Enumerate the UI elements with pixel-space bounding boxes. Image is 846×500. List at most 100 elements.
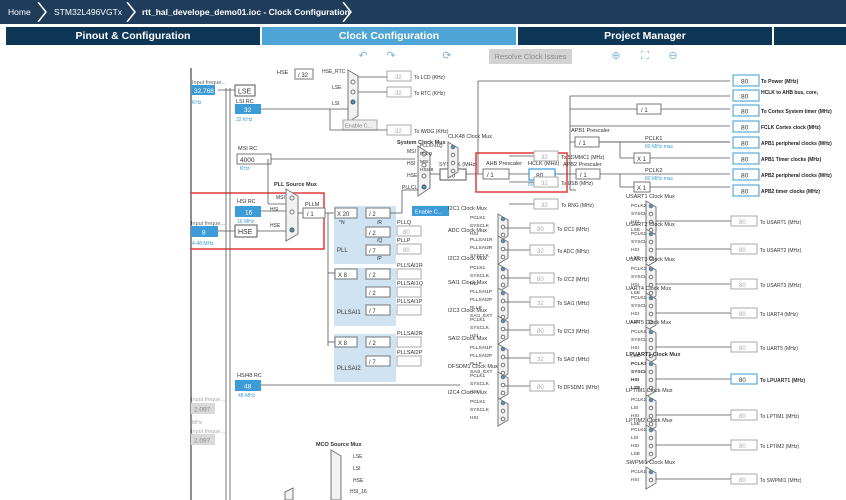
breadcrumb-file[interactable]: rtt_hal_develope_demo01.ioc - Clock Conf… bbox=[142, 0, 350, 24]
mux-radio[interactable] bbox=[500, 334, 506, 340]
breadcrumb-home[interactable]: Home bbox=[8, 0, 31, 24]
mux-output-label: To SWPMI1 (MHz) bbox=[760, 478, 802, 484]
hsi48-rc-unit: 48 MHz bbox=[238, 393, 256, 399]
output-power-label: To Power (MHz) bbox=[761, 79, 798, 85]
mux-radio[interactable] bbox=[500, 354, 506, 360]
rtc-mux-radio-lsi[interactable] bbox=[350, 99, 356, 105]
rtc-mux-radio-lse[interactable] bbox=[350, 89, 356, 95]
mux-radio[interactable] bbox=[648, 427, 654, 433]
sysmux-radio-hse[interactable] bbox=[421, 173, 427, 179]
mux-radio[interactable] bbox=[500, 374, 506, 380]
mux-radio[interactable] bbox=[648, 247, 654, 253]
mux-radio[interactable] bbox=[648, 469, 654, 475]
sysmux-radio-pllclk[interactable] bbox=[421, 184, 427, 190]
mux-radio[interactable] bbox=[500, 390, 506, 396]
mux-radio[interactable] bbox=[648, 239, 654, 245]
fit-screen-icon[interactable]: ⛶ bbox=[638, 49, 652, 63]
mux-radio[interactable] bbox=[648, 203, 654, 209]
mux-radio[interactable] bbox=[500, 318, 506, 324]
mux-radio[interactable] bbox=[648, 377, 654, 383]
mux-radio[interactable] bbox=[500, 298, 506, 304]
zoom-in-icon[interactable]: ⊕ bbox=[609, 49, 623, 63]
mux-output-label: To SDMMC1 (MHz) bbox=[561, 155, 605, 161]
breadcrumb-device[interactable]: STM32L496VGTx bbox=[54, 0, 122, 24]
mux-radio[interactable] bbox=[500, 408, 506, 414]
mux-radio[interactable] bbox=[450, 152, 456, 158]
mux-radio[interactable] bbox=[648, 274, 654, 280]
pllsai1q-output-field[interactable] bbox=[396, 286, 422, 298]
mux-radio[interactable] bbox=[450, 168, 456, 174]
mux-radio[interactable] bbox=[648, 266, 654, 272]
mux-radio[interactable] bbox=[500, 216, 506, 222]
tab-extra[interactable] bbox=[774, 27, 846, 45]
mux-radio[interactable] bbox=[500, 232, 506, 238]
mux-title: SAI1 Clock Mux bbox=[448, 280, 487, 286]
mux-radio[interactable] bbox=[648, 311, 654, 317]
mux-radio[interactable] bbox=[648, 329, 654, 335]
mux-radio[interactable] bbox=[500, 274, 506, 280]
pllsai1r-output-field[interactable] bbox=[396, 268, 422, 280]
undo-icon[interactable]: ↶ bbox=[356, 49, 370, 63]
mux-radio[interactable] bbox=[500, 326, 506, 332]
mux-radio[interactable] bbox=[648, 435, 654, 441]
mux-radio[interactable] bbox=[648, 443, 654, 449]
pllsai2r-output-field[interactable] bbox=[396, 336, 422, 348]
pllq-output-value: 80 bbox=[403, 230, 410, 236]
mux-radio[interactable] bbox=[648, 231, 654, 237]
mux-input-label: SYSCLK bbox=[470, 381, 490, 387]
mux-radio[interactable] bbox=[648, 211, 654, 217]
tab-clock[interactable]: Clock Configuration bbox=[262, 27, 516, 45]
mux-radio[interactable] bbox=[500, 400, 506, 406]
mux-radio[interactable] bbox=[500, 282, 506, 288]
mux-radio[interactable] bbox=[648, 369, 654, 375]
tab-pinout[interactable]: Pinout & Configuration bbox=[6, 27, 260, 45]
pllp-output-value: 80 bbox=[403, 248, 410, 254]
mux-title: LPTIM1 Clock Mux bbox=[626, 388, 673, 394]
lse-input-unit: KHz bbox=[192, 100, 202, 106]
pllsai2p-output-field[interactable] bbox=[396, 355, 422, 367]
mux-output-value: 80 bbox=[739, 283, 746, 289]
pllsai1p-output-field[interactable] bbox=[396, 304, 422, 316]
mux-output-label: To LPTIM1 (MHz) bbox=[760, 414, 800, 420]
redo-icon[interactable]: ↷ bbox=[384, 49, 398, 63]
mux-radio[interactable] bbox=[500, 224, 506, 230]
mux-radio[interactable] bbox=[500, 290, 506, 296]
mux-radio[interactable] bbox=[500, 238, 506, 244]
resolve-clock-issues-button[interactable]: Resolve Clock Issues bbox=[489, 49, 572, 64]
lse-block-label: LSE bbox=[238, 89, 252, 96]
pclk1-max-label: 80 MHz max bbox=[645, 144, 674, 150]
pllsrc-radio-hsi[interactable] bbox=[289, 209, 295, 215]
pllsrc-msi-label: MSI bbox=[276, 195, 285, 201]
mux-radio[interactable] bbox=[500, 254, 506, 260]
mux-title: UART4 Clock Mux bbox=[626, 286, 671, 292]
mux-radio[interactable] bbox=[450, 160, 456, 166]
mux-radio[interactable] bbox=[648, 303, 654, 309]
mux-radio[interactable] bbox=[648, 477, 654, 483]
mux-radio[interactable] bbox=[500, 382, 506, 388]
mux-radio[interactable] bbox=[500, 416, 506, 422]
mux-radio[interactable] bbox=[648, 295, 654, 301]
mux-radio[interactable] bbox=[500, 346, 506, 352]
tab-project[interactable]: Project Manager bbox=[518, 27, 772, 45]
mux-radio[interactable] bbox=[500, 266, 506, 272]
mux-radio[interactable] bbox=[648, 405, 654, 411]
pllsrc-radio-hse[interactable] bbox=[289, 227, 295, 233]
zoom-out-icon[interactable]: ⊖ bbox=[666, 49, 680, 63]
rtc-mux-radio-hse[interactable] bbox=[350, 79, 356, 85]
mux-radio[interactable] bbox=[450, 144, 456, 150]
hse-input-range: 4-48 MHz bbox=[192, 241, 214, 247]
mux-radio[interactable] bbox=[500, 246, 506, 252]
mux-radio[interactable] bbox=[648, 451, 654, 457]
input-freq-3-label: Input freque... bbox=[191, 397, 225, 403]
pllsrc-radio-msi[interactable] bbox=[289, 195, 295, 201]
mux-radio[interactable] bbox=[500, 362, 506, 368]
refresh-icon[interactable]: ⟳ bbox=[440, 49, 454, 63]
mux-radio[interactable] bbox=[648, 337, 654, 343]
mux-input-label: SYSCLK bbox=[470, 273, 490, 279]
mux-radio[interactable] bbox=[648, 361, 654, 367]
mux-radio[interactable] bbox=[648, 345, 654, 351]
mux-radio[interactable] bbox=[500, 306, 506, 312]
mux-input-label: HSI bbox=[631, 247, 639, 253]
output-apb2-periph-value: 80 bbox=[741, 173, 749, 180]
mux-radio[interactable] bbox=[648, 397, 654, 403]
